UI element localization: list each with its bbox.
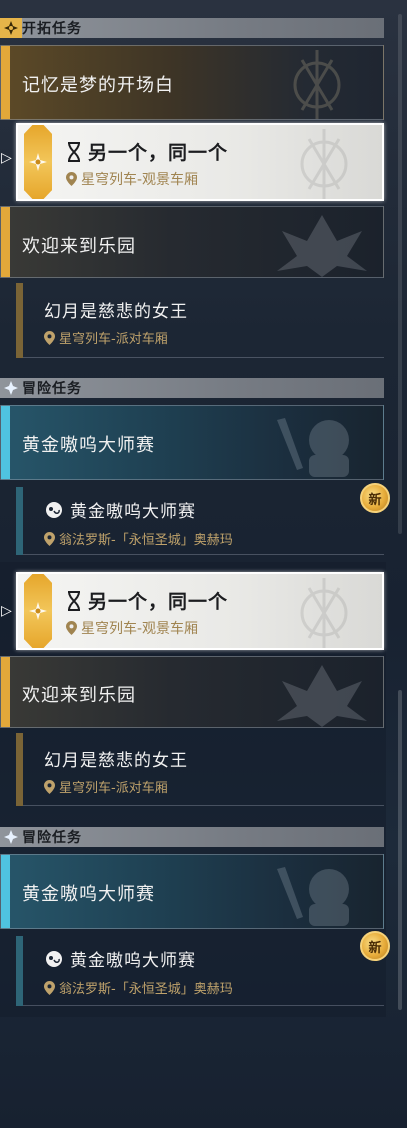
quest-group-welcome[interactable]: 欢迎来到乐园 (0, 206, 384, 278)
quest-group-title: 记忆是梦的开场白 (22, 75, 174, 96)
quest-item-title: 另一个，同一个 (66, 138, 228, 165)
quest-item-location: 星穹列车-观景车厢 (66, 169, 198, 189)
scrollbar[interactable] (398, 690, 402, 1010)
quest-item-title: 幻月是慈悲的女王 (44, 302, 188, 322)
mascot-watermark-icon (277, 867, 349, 926)
adventure-icon (0, 827, 22, 847)
adventure-icon (0, 378, 22, 398)
quest-item-location: 星穹列车-派对车厢 (44, 328, 168, 347)
quest-item-selected[interactable]: 另一个，同一个 星穹列车-观景车厢 (16, 572, 384, 650)
jester-emblem-watermark-icon (277, 215, 367, 277)
quest-item-golden[interactable]: 黄金嗷呜大师赛 翁法罗斯-「永恒圣城」奥赫玛 (16, 936, 384, 1006)
section-header-adventure: 冒险任务 (0, 827, 384, 847)
paw-mascot-icon (46, 501, 62, 518)
hourglass-icon (68, 590, 80, 611)
quest-group-title: 黄金嗷呜大师赛 (22, 884, 155, 905)
location-pin-icon (44, 779, 55, 794)
quest-item-title: 黄金嗷呜大师赛 (44, 946, 196, 971)
trailblaze-emblem-watermark-icon (293, 50, 341, 119)
quest-item-golden[interactable]: 黄金嗷呜大师赛 翁法罗斯-「永恒圣城」奥赫玛 (16, 487, 384, 555)
section-title: 冒险任务 (22, 830, 82, 846)
quest-group-golden[interactable]: 黄金嗷呜大师赛 (0, 405, 384, 480)
location-pin-icon (66, 172, 77, 186)
trailblaze-quest-icon (24, 125, 52, 199)
section-title: 冒险任务 (22, 381, 82, 397)
quest-item-selected[interactable]: 另一个，同一个 星穹列车-观景车厢 (16, 123, 384, 201)
jester-emblem-watermark-icon (277, 665, 367, 727)
quest-item-location: 星穹列车-派对车厢 (44, 777, 168, 796)
trailblaze-emblem-watermark-icon (300, 129, 348, 199)
quest-group-memory[interactable]: 记忆是梦的开场白 (0, 45, 384, 120)
quest-item-location: 星穹列车-观景车厢 (66, 618, 198, 638)
hourglass-icon (68, 141, 80, 162)
quest-group-welcome[interactable]: 欢迎来到乐园 (0, 656, 384, 728)
new-badge: 新 (360, 931, 390, 961)
trailblaze-quest-icon (24, 574, 52, 648)
location-pin-icon (44, 330, 55, 345)
quest-group-title: 黄金嗷呜大师赛 (22, 435, 155, 456)
mascot-watermark-icon (277, 418, 349, 477)
quest-item-illusion[interactable]: 幻月是慈悲的女王 星穹列车-派对车厢 (16, 733, 384, 806)
trailblaze-emblem-watermark-icon (300, 578, 348, 648)
quest-group-title: 欢迎来到乐园 (22, 685, 136, 706)
quest-item-accent-bar (16, 283, 23, 358)
scrollbar[interactable] (398, 14, 402, 534)
paw-mascot-icon (46, 950, 62, 967)
location-pin-icon (66, 621, 77, 635)
quest-item-accent-bar (16, 733, 23, 806)
quest-item-title: 幻月是慈悲的女王 (44, 751, 188, 771)
quest-item-accent-bar (16, 936, 23, 1006)
quest-accent-bar (1, 46, 10, 119)
trailblaze-icon (0, 18, 22, 38)
quest-group-golden[interactable]: 黄金嗷呜大师赛 (0, 854, 384, 929)
selection-pointer-icon: ▷ (1, 603, 12, 619)
quest-accent-bar (1, 657, 10, 727)
quest-item-title: 另一个，同一个 (66, 587, 228, 614)
quest-group-title: 欢迎来到乐园 (22, 236, 136, 257)
quest-accent-bar (1, 855, 10, 928)
quest-accent-bar (1, 207, 10, 277)
section-header-adventure: 冒险任务 (0, 378, 384, 398)
location-pin-icon (44, 980, 55, 995)
location-pin-icon (44, 531, 55, 546)
quest-item-accent-bar (16, 487, 23, 555)
selection-pointer-icon: ▷ (1, 150, 12, 166)
quest-item-title: 黄金嗷呜大师赛 (44, 497, 196, 522)
quest-list-panel: 开拓任务 记忆是梦的开场白 ▷ 另一个，同一个 星穹列车-观景车厢 欢迎来到乐园 (0, 0, 390, 562)
section-header-trailblaze: 开拓任务 (0, 18, 384, 38)
quest-item-location: 翁法罗斯-「永恒圣城」奥赫玛 (44, 978, 233, 997)
new-badge: 新 (360, 483, 390, 513)
quest-item-location: 翁法罗斯-「永恒圣城」奥赫玛 (44, 529, 233, 548)
quest-accent-bar (1, 406, 10, 479)
section-title: 开拓任务 (22, 21, 82, 37)
quest-item-illusion[interactable]: 幻月是慈悲的女王 星穹列车-派对车厢 (16, 283, 384, 358)
